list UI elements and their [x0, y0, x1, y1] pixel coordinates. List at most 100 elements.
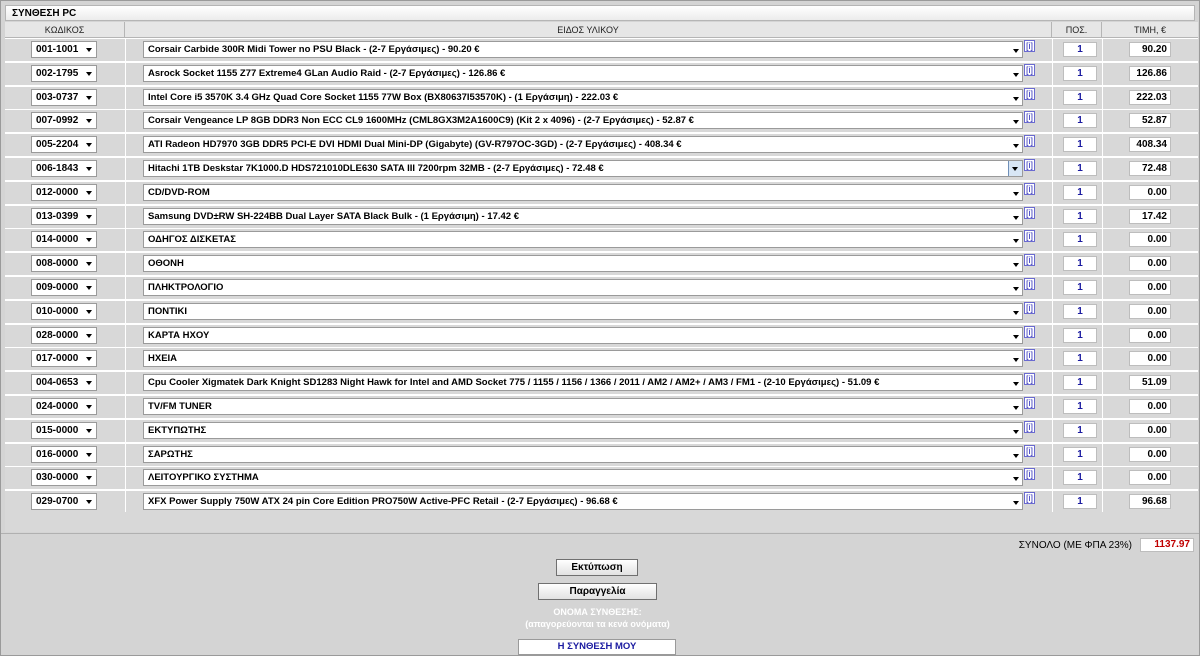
chevron-down-icon	[1013, 239, 1019, 244]
quantity-input[interactable]: 1	[1063, 494, 1097, 510]
quantity-input[interactable]: 1	[1063, 232, 1097, 248]
info-icon[interactable]: [i]	[1024, 40, 1035, 52]
code-select[interactable]: 004-0653	[31, 374, 97, 392]
info-icon[interactable]: [i]	[1024, 230, 1035, 243]
description-select[interactable]: ATI Radeon HD7970 3GB DDR5 PCI-E DVI HDM…	[143, 136, 1023, 154]
print-button[interactable]: Εκτύπωση	[556, 559, 638, 576]
quantity-input[interactable]: 1	[1063, 351, 1097, 367]
component-row: 024-0000 TV/FM TUNER [i] 1 0.00	[5, 396, 1198, 419]
code-select[interactable]: 013-0399	[31, 207, 97, 225]
info-icon[interactable]: [i]	[1024, 111, 1035, 124]
description-select[interactable]: Corsair Carbide 300R Midi Tower no PSU B…	[143, 41, 1023, 58]
description-select[interactable]: XFX Power Supply 750W ATX 24 pin Core Ed…	[143, 493, 1023, 511]
quantity-input[interactable]: 1	[1063, 422, 1097, 438]
info-icon[interactable]: [i]	[1024, 420, 1035, 433]
code-select[interactable]: 028-0000	[31, 326, 97, 344]
code-select[interactable]: 030-0000	[31, 469, 97, 487]
description-value: Corsair Carbide 300R Midi Tower no PSU B…	[148, 44, 480, 55]
description-select[interactable]: ΕΚΤΥΠΩΤΗΣ	[143, 421, 1023, 439]
description-select[interactable]: Corsair Vengeance LP 8GB DDR3 Non ECC CL…	[143, 112, 1023, 130]
code-select[interactable]: 012-0000	[31, 183, 97, 201]
code-select[interactable]: 006-1843	[31, 160, 97, 177]
description-select[interactable]: ΠΟΝΤΙΚΙ	[143, 302, 1023, 320]
chevron-down-icon[interactable]	[1008, 161, 1022, 176]
info-icon[interactable]: [i]	[1024, 254, 1035, 267]
info-icon[interactable]: [i]	[1024, 278, 1035, 290]
composition-name-input[interactable]: Η ΣΥΝΘΕΣΗ ΜΟΥ	[518, 639, 676, 655]
info-icon[interactable]: [i]	[1024, 349, 1035, 362]
code-select[interactable]: 015-0000	[31, 421, 97, 439]
code-select[interactable]: 007-0992	[31, 112, 97, 130]
quantity-input[interactable]: 1	[1063, 256, 1097, 272]
order-button[interactable]: Παραγγελία	[538, 583, 657, 600]
price-value: 72.48	[1129, 161, 1171, 176]
info-icon[interactable]: [i]	[1024, 206, 1035, 219]
quantity-input[interactable]: 1	[1063, 446, 1097, 462]
code-select[interactable]: 005-2204	[31, 136, 97, 154]
code-select[interactable]: 009-0000	[31, 279, 97, 296]
description-select[interactable]: ΟΘΟΝΗ	[143, 255, 1023, 273]
quantity-input[interactable]: 1	[1063, 470, 1097, 486]
code-select[interactable]: 001-1001	[31, 41, 97, 58]
description-select[interactable]: CD/DVD-ROM	[143, 183, 1023, 201]
info-icon[interactable]: [i]	[1024, 325, 1035, 338]
info-icon[interactable]: [i]	[1024, 159, 1035, 171]
info-icon[interactable]: [i]	[1024, 444, 1035, 457]
description-select[interactable]: ΚΑΡΤΑ ΗΧΟΥ	[143, 326, 1023, 344]
quantity-input[interactable]: 1	[1063, 89, 1097, 105]
info-icon[interactable]: [i]	[1024, 468, 1035, 481]
info-icon[interactable]: [i]	[1024, 135, 1035, 148]
price-value: 0.00	[1129, 470, 1171, 486]
info-icon[interactable]: [i]	[1024, 87, 1035, 100]
quantity-input[interactable]: 1	[1063, 208, 1097, 224]
description-select[interactable]: Asrock Socket 1155 Z77 Extreme4 GLan Aud…	[143, 64, 1023, 82]
code-select[interactable]: 002-1795	[31, 64, 97, 82]
quantity-input[interactable]: 1	[1063, 137, 1097, 153]
info-icon[interactable]: [i]	[1024, 373, 1035, 386]
description-value: ΟΔΗΓΟΣ ΔΙΣΚΕΤΑΣ	[148, 234, 236, 246]
price-value: 0.00	[1129, 256, 1171, 272]
component-row: 002-1795 Asrock Socket 1155 Z77 Extreme4 …	[5, 62, 1198, 86]
info-icon[interactable]: [i]	[1024, 63, 1035, 76]
description-value: ΠΛΗΚΤΡΟΛΟΓΙΟ	[148, 282, 224, 293]
code-select[interactable]: 003-0737	[31, 88, 97, 106]
code-select[interactable]: 010-0000	[31, 302, 97, 320]
price-value: 0.00	[1129, 327, 1171, 343]
quantity-input[interactable]: 1	[1063, 280, 1097, 295]
quantity-input[interactable]: 1	[1063, 161, 1097, 176]
description-select[interactable]: Cpu Cooler Xigmatek Dark Knight SD1283 N…	[143, 374, 1023, 392]
description-select[interactable]: ΛΕΙΤΟΥΡΓΙΚΟ ΣΥΣΤΗΜΑ	[143, 469, 1023, 487]
quantity-input[interactable]: 1	[1063, 375, 1097, 391]
quantity-input[interactable]: 1	[1063, 303, 1097, 319]
info-icon[interactable]: [i]	[1024, 492, 1035, 505]
chevron-down-icon	[1013, 49, 1019, 53]
info-icon[interactable]: [i]	[1024, 301, 1035, 314]
code-select[interactable]: 014-0000	[31, 231, 97, 249]
total-value: 1137.97	[1140, 538, 1194, 552]
description-select[interactable]: Intel Core i5 3570K 3.4 GHz Quad Core So…	[143, 88, 1023, 106]
code-select[interactable]: 016-0000	[31, 445, 97, 463]
description-select[interactable]: ΗΧΕΙΑ	[143, 350, 1023, 368]
description-select[interactable]: ΣΑΡΩΤΗΣ	[143, 445, 1023, 463]
quantity-input[interactable]: 1	[1063, 42, 1097, 57]
chevron-down-icon	[1013, 334, 1019, 339]
chevron-down-icon	[86, 262, 92, 267]
description-select[interactable]: TV/FM TUNER	[143, 398, 1023, 415]
description-select[interactable]: Hitachi 1TB Deskstar 7K1000.D HDS721010D…	[143, 160, 1023, 177]
quantity-input[interactable]: 1	[1063, 399, 1097, 414]
quantity-input[interactable]: 1	[1063, 327, 1097, 343]
quantity-input[interactable]: 1	[1063, 184, 1097, 200]
info-icon[interactable]: [i]	[1024, 182, 1035, 195]
price-value: 0.00	[1129, 280, 1171, 295]
code-select[interactable]: 017-0000	[31, 350, 97, 368]
description-select[interactable]: Samsung DVD±RW SH-224BB Dual Layer SATA …	[143, 207, 1023, 225]
code-select[interactable]: 008-0000	[31, 255, 97, 273]
code-select[interactable]: 029-0700	[31, 493, 97, 511]
description-select[interactable]: ΠΛΗΚΤΡΟΛΟΓΙΟ	[143, 279, 1023, 296]
info-icon[interactable]: [i]	[1024, 397, 1035, 409]
chevron-down-icon	[86, 428, 92, 433]
quantity-input[interactable]: 1	[1063, 65, 1097, 81]
description-select[interactable]: ΟΔΗΓΟΣ ΔΙΣΚΕΤΑΣ	[143, 231, 1023, 249]
code-select[interactable]: 024-0000	[31, 398, 97, 415]
quantity-input[interactable]: 1	[1063, 113, 1097, 129]
